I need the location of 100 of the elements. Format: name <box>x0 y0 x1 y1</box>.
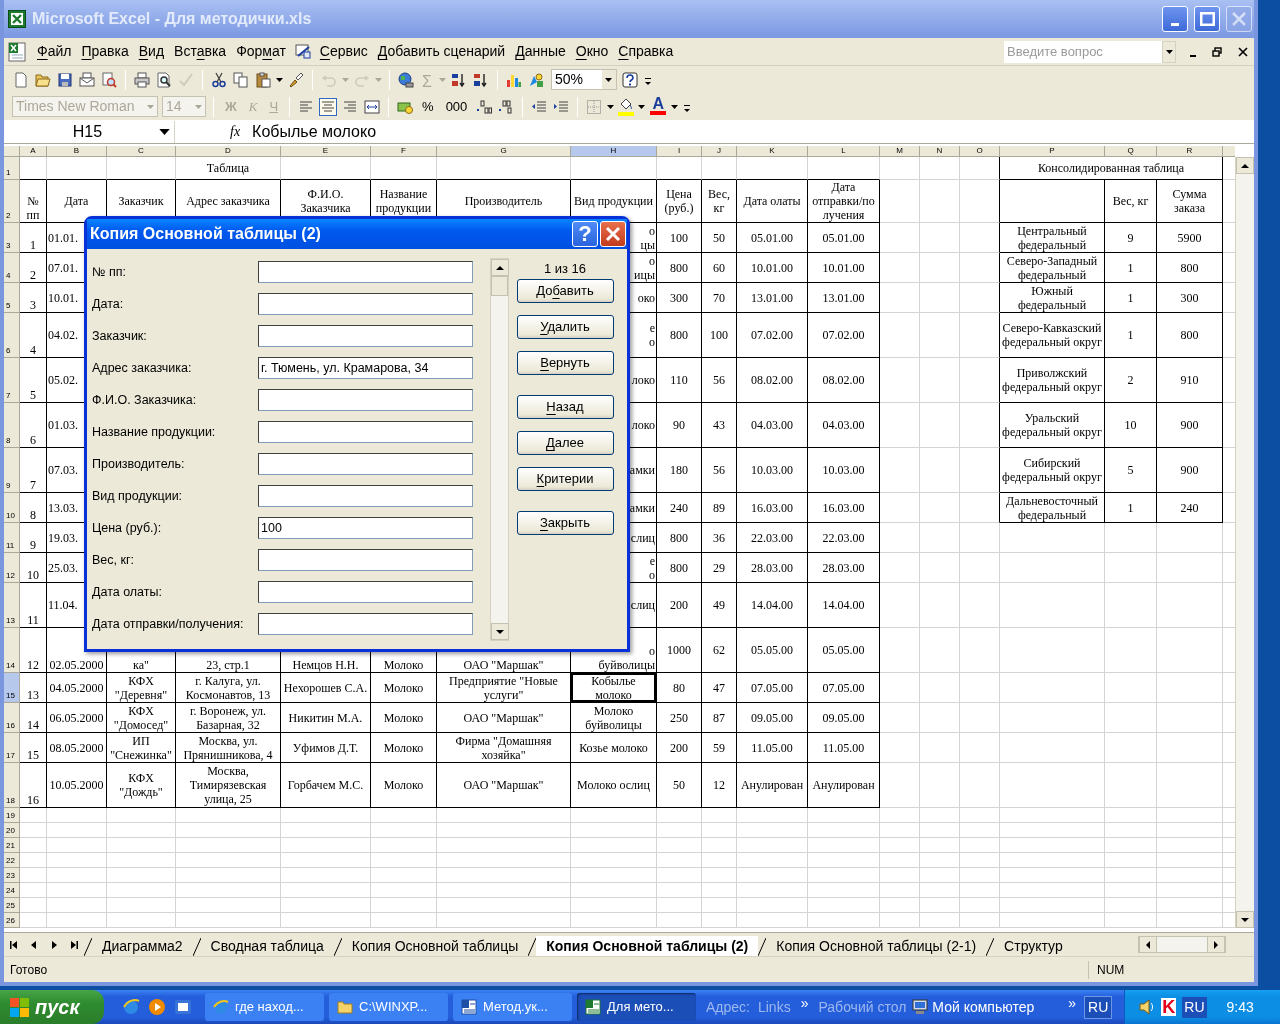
table-cell[interactable]: 800 <box>1157 313 1223 358</box>
table-cell[interactable]: Молоко буйволицы <box>571 703 657 733</box>
dialog-button[interactable]: Критерии <box>516 467 614 491</box>
input-field[interactable] <box>258 581 473 603</box>
next-sheet-icon[interactable] <box>49 939 59 950</box>
table-cell[interactable]: Нехорошев С.А. <box>281 673 371 703</box>
table-cell[interactable]: Дата олаты <box>737 180 808 223</box>
menu-item[interactable]: Вид <box>133 41 170 62</box>
table-cell[interactable]: 5 <box>20 358 47 403</box>
increase-decimal-icon[interactable] <box>475 97 494 116</box>
scroll-thumb[interactable] <box>491 276 508 296</box>
tool-icon[interactable] <box>294 43 311 60</box>
table-cell[interactable]: 6 <box>20 403 47 448</box>
table-cell[interactable]: Приволжский федеральный округ <box>1000 358 1105 403</box>
column-header[interactable]: H <box>571 146 657 157</box>
row-header[interactable]: 17 <box>4 733 20 763</box>
row-header[interactable]: 18 <box>4 763 20 808</box>
table-cell[interactable]: Никитин М.А. <box>281 703 371 733</box>
table-cell[interactable]: 1 <box>1105 493 1157 523</box>
table-cell[interactable]: 13.01.00 <box>808 283 880 313</box>
table-cell[interactable]: 5900 <box>1157 223 1223 253</box>
table-cell[interactable]: Южный федеральный <box>1000 283 1105 313</box>
input-field[interactable] <box>258 613 473 635</box>
fill-color-icon[interactable] <box>618 97 635 116</box>
table-cell[interactable]: Москва, Тимирязевская улица, 25 <box>176 763 281 808</box>
column-header[interactable]: K <box>737 146 808 157</box>
table-cell[interactable]: Молоко <box>371 763 437 808</box>
caret-icon[interactable] <box>638 104 646 109</box>
table-cell[interactable]: Вес, кг <box>1105 180 1157 223</box>
table-cell[interactable]: 05.01.00 <box>737 223 808 253</box>
input-field[interactable] <box>258 549 473 571</box>
media-player-icon[interactable] <box>148 998 166 1016</box>
menu-item[interactable]: Формат <box>231 41 291 62</box>
input-field[interactable] <box>258 389 473 411</box>
first-sheet-icon[interactable] <box>9 939 19 950</box>
table-cell[interactable]: 11.05.00 <box>808 733 880 763</box>
table-cell[interactable]: г. Воронеж, ул. Базарная, 32 <box>176 703 281 733</box>
table-cell[interactable]: 1000 <box>657 628 702 673</box>
percent-button[interactable]: % <box>418 96 438 117</box>
scroll-down-button[interactable] <box>491 623 509 640</box>
input-field[interactable] <box>258 293 473 315</box>
table-cell[interactable] <box>960 358 1000 403</box>
paintbrush-icon[interactable] <box>287 70 305 89</box>
copy-icon[interactable] <box>232 70 250 89</box>
row-header[interactable]: 9 <box>4 448 20 493</box>
table-cell[interactable]: 900 <box>1157 448 1223 493</box>
table-cell[interactable]: 13 <box>20 673 47 703</box>
table-cell[interactable]: 56 <box>702 358 737 403</box>
table-cell[interactable]: КФХ "Деревня" <box>107 673 176 703</box>
printer-icon[interactable] <box>133 70 151 89</box>
table-cell[interactable]: 9 <box>20 523 47 553</box>
table-cell[interactable]: Уральский федеральный округ <box>1000 403 1105 448</box>
table-cell[interactable]: 22.03.00 <box>737 523 808 553</box>
row-header[interactable]: 10 <box>4 493 20 523</box>
table-cell[interactable]: Молоко <box>371 673 437 703</box>
table-cell[interactable]: 07.02.00 <box>737 313 808 358</box>
dialog-button[interactable]: Удалить <box>516 315 614 339</box>
column-header[interactable]: I <box>657 146 702 157</box>
start-button[interactable]: пуск <box>0 990 104 1024</box>
table-cell[interactable]: КФХ "Домосед" <box>107 703 176 733</box>
last-sheet-icon[interactable] <box>69 939 79 950</box>
table-cell[interactable]: 29 <box>702 553 737 583</box>
formula-field[interactable]: Кобылье молоко <box>249 120 1254 143</box>
globe-link-icon[interactable] <box>397 70 415 89</box>
row-header[interactable]: 19 <box>4 808 20 823</box>
caret-icon[interactable] <box>605 77 613 82</box>
table-cell[interactable]: 09.05.00 <box>808 703 880 733</box>
menu-item[interactable]: Правка <box>76 41 134 62</box>
row-header[interactable]: 1 <box>4 157 20 180</box>
table-cell[interactable]: Сибирский федеральный округ <box>1000 448 1105 493</box>
row-header[interactable]: 6 <box>4 313 20 358</box>
table-cell[interactable]: 800 <box>657 523 702 553</box>
row-header[interactable]: 3 <box>4 223 20 253</box>
table-cell[interactable]: 09.05.00 <box>737 703 808 733</box>
input-field[interactable] <box>258 325 473 347</box>
table-cell[interactable]: 87 <box>702 703 737 733</box>
table-cell[interactable]: 900 <box>1157 403 1223 448</box>
previous-sheet-icon[interactable] <box>29 939 39 950</box>
table-cell[interactable]: 14.04.00 <box>737 583 808 628</box>
table-cell[interactable]: 240 <box>1157 493 1223 523</box>
row-header[interactable]: 24 <box>4 883 20 898</box>
chevron-button[interactable]: » <box>1068 992 1077 1014</box>
row-header[interactable]: 5 <box>4 283 20 313</box>
table-cell[interactable]: Молоко <box>371 703 437 733</box>
my-computer-link[interactable]: Мой компьютер <box>932 996 1035 1018</box>
input-field[interactable]: 100 <box>258 517 473 539</box>
table-cell[interactable]: 62 <box>702 628 737 673</box>
scroll-right-button[interactable] <box>1207 936 1225 953</box>
table-cell[interactable]: 04.05.2000 <box>47 673 107 703</box>
table-cell[interactable] <box>960 403 1000 448</box>
table-cell[interactable]: 05.05.00 <box>808 628 880 673</box>
table-cell[interactable]: 11.05.00 <box>737 733 808 763</box>
table-cell[interactable]: Анулирован <box>737 763 808 808</box>
table-cell[interactable]: 16.03.00 <box>737 493 808 523</box>
taskbar-button[interactable]: Для мето... <box>577 993 696 1021</box>
table-cell[interactable]: 47 <box>702 673 737 703</box>
horizontal-scrollbar[interactable] <box>1138 936 1226 953</box>
row-header[interactable]: 21 <box>4 838 20 853</box>
select-all-button[interactable] <box>4 146 20 157</box>
table-cell[interactable]: 80 <box>657 673 702 703</box>
